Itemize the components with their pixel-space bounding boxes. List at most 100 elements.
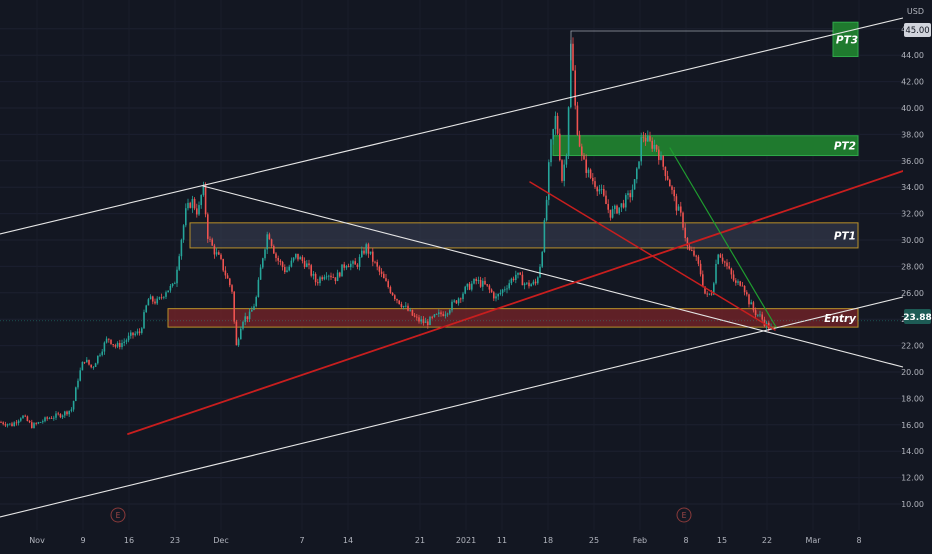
- candle-up: [94, 363, 97, 368]
- candle-down: [585, 159, 587, 173]
- candle-up: [482, 280, 484, 287]
- candle-down: [649, 136, 651, 141]
- candle-down: [50, 418, 53, 419]
- x-tick-label: Dec: [213, 536, 228, 545]
- y-tick-label: 14.00: [901, 447, 924, 456]
- candle-up: [178, 256, 180, 270]
- candle-up: [295, 253, 297, 258]
- candle-up: [39, 422, 42, 423]
- candle-up: [312, 273, 315, 276]
- candle-up: [323, 276, 326, 280]
- earnings-marker-label: E: [682, 511, 687, 520]
- price-chart[interactable]: PT3 PT2 PT1 Entry E E USD 10.00 12.00 14.00 16.…: [0, 0, 932, 550]
- candle-up: [130, 332, 132, 336]
- candle-up: [319, 277, 321, 284]
- candle-up: [563, 164, 565, 181]
- candle-down: [275, 253, 277, 258]
- candle-up: [600, 189, 603, 190]
- zone-pt1: [189, 222, 859, 249]
- candle-down: [90, 364, 92, 368]
- candle-up: [530, 284, 532, 287]
- candle-up: [640, 137, 642, 162]
- candle-down: [427, 321, 429, 326]
- candle-down: [391, 292, 394, 296]
- y-tick-label: 34.00: [901, 183, 924, 192]
- x-tick-label: 15: [717, 536, 727, 545]
- current-price-text: 23.88: [903, 313, 931, 323]
- y-tick-label: 38.00: [901, 130, 924, 139]
- candle-down: [592, 177, 594, 182]
- candle-up: [405, 305, 407, 307]
- candle-down: [26, 416, 29, 422]
- candle-up: [141, 328, 143, 333]
- candle-down: [235, 321, 238, 346]
- candle-down: [724, 261, 726, 263]
- x-tick-label: Nov: [29, 536, 45, 545]
- candle-up: [255, 297, 257, 307]
- candle-up: [636, 168, 638, 180]
- candle-down: [385, 278, 387, 282]
- candle-down: [673, 189, 675, 197]
- candle-down: [284, 267, 286, 273]
- candle-down: [374, 261, 376, 263]
- candle-up: [149, 296, 152, 300]
- y-tick-label: 42.00: [901, 78, 924, 87]
- candle-up: [253, 306, 255, 310]
- candle-up: [545, 199, 548, 221]
- candle-down: [213, 245, 216, 255]
- candle-down: [354, 261, 356, 265]
- candle-up: [620, 203, 623, 208]
- candle-down: [512, 278, 515, 280]
- zone-label-pt2: PT2: [834, 141, 856, 153]
- candle-down: [695, 255, 697, 257]
- candle-up: [433, 314, 436, 317]
- candle-up: [147, 299, 150, 306]
- candle-down: [669, 179, 671, 187]
- chart-area[interactable]: PT3 PT2 PT1 Entry E E USD 10.00 12.00 14.00 16.…: [0, 0, 932, 550]
- candle-up: [185, 208, 187, 226]
- candle-up: [532, 281, 535, 285]
- candle-up: [554, 115, 557, 130]
- candle-up: [20, 418, 22, 421]
- candle-up: [121, 342, 123, 348]
- candle-up: [17, 420, 20, 424]
- candle-down: [119, 343, 121, 348]
- y-tick-label: 12.00: [901, 474, 924, 483]
- candle-up: [286, 270, 288, 273]
- candle-down: [112, 344, 114, 346]
- candle-up: [647, 136, 649, 142]
- candle-up: [97, 355, 99, 364]
- candle-up: [660, 155, 662, 160]
- x-tick-label: 25: [589, 536, 599, 545]
- candle-up: [251, 309, 253, 312]
- candle-down: [279, 260, 282, 263]
- candle-up: [638, 161, 640, 169]
- candle-down: [310, 265, 312, 276]
- candle-down: [207, 214, 209, 239]
- candle-up: [182, 225, 185, 240]
- candle-down: [314, 273, 317, 283]
- candle-up: [68, 410, 70, 415]
- candle-up: [169, 285, 172, 291]
- candle-down: [607, 203, 609, 210]
- candle-up: [336, 272, 339, 282]
- candle-down: [273, 246, 275, 254]
- candle-down: [224, 270, 227, 276]
- y-tick-label: 18.00: [901, 394, 924, 403]
- candle-down: [629, 193, 631, 198]
- candle-up: [127, 335, 130, 341]
- x-tick-label: 8: [683, 536, 688, 545]
- candle-down: [387, 281, 389, 288]
- candle-down: [493, 292, 495, 299]
- candle-up: [444, 314, 447, 316]
- candle-up: [328, 275, 330, 277]
- candle-up: [33, 423, 35, 429]
- candle-down: [88, 359, 90, 365]
- candle-down: [710, 293, 713, 295]
- candle-down: [581, 146, 583, 156]
- candle-down: [688, 246, 691, 251]
- candle-up: [136, 331, 139, 334]
- candle-up: [70, 409, 73, 411]
- candle-up: [101, 351, 103, 355]
- zone-label-pt3: PT3: [836, 34, 858, 46]
